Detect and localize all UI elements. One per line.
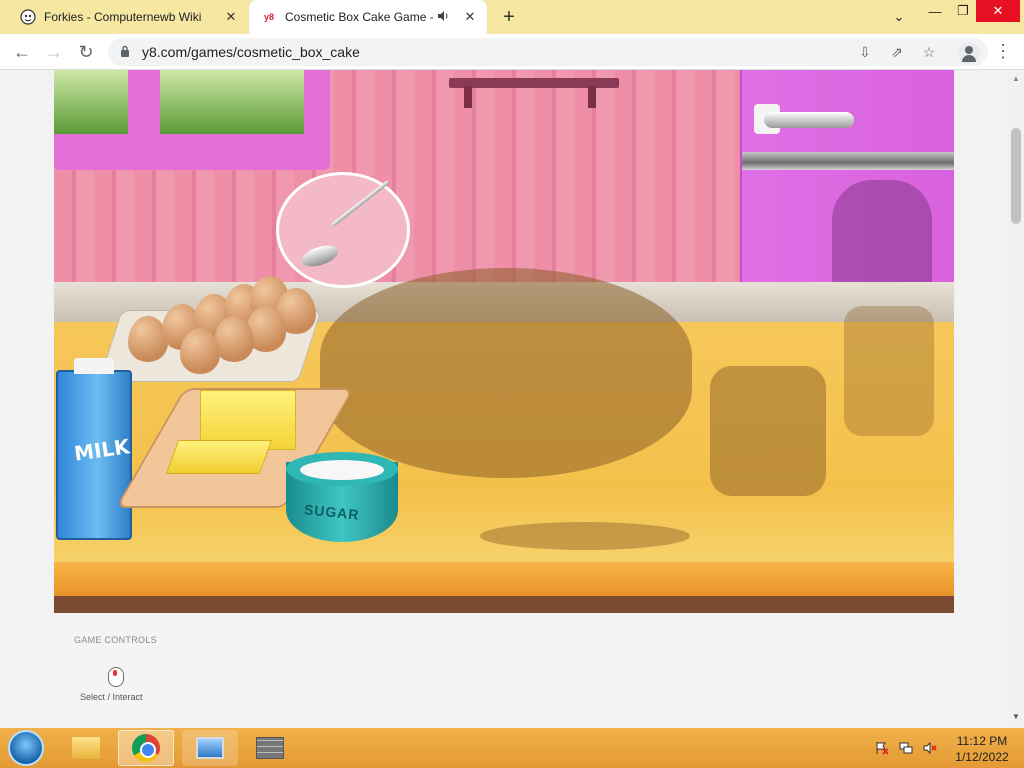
network-icon[interactable]	[898, 740, 914, 756]
lock-icon[interactable]	[120, 45, 130, 57]
brick-wall-icon	[256, 737, 284, 759]
tab-title: Forkies - Computernewb Wiki	[44, 10, 202, 24]
fridge-door-seam	[742, 152, 954, 170]
y8-favicon-icon: y8	[263, 12, 274, 22]
shelf-bracket	[588, 86, 596, 108]
counter-edge	[54, 562, 954, 596]
egg[interactable]	[214, 316, 254, 362]
taskbar-firewall[interactable]	[242, 730, 298, 766]
scroll-up-arrow-icon[interactable]: ▲	[1012, 74, 1020, 83]
tab-search-chevron-icon[interactable]: ⌄	[882, 6, 916, 28]
control-panel-icon	[196, 737, 224, 759]
address-bar[interactable]: y8.com/games/cosmetic_box_cake ⇩ ⇗ ☆	[108, 38, 988, 66]
url-text[interactable]: y8.com/games/cosmetic_box_cake	[142, 44, 360, 60]
tab-strip: Forkies - Computernewb Wiki ✕ y8 Cosmeti…	[0, 0, 1024, 34]
folder-icon	[72, 737, 100, 759]
clock-time[interactable]: 11:12 PM	[956, 734, 1008, 748]
close-window-button[interactable]: ✕	[976, 0, 1020, 22]
chrome-icon	[132, 734, 160, 762]
start-button[interactable]	[8, 730, 44, 766]
kitchen-window	[54, 70, 330, 170]
butter-slice[interactable]	[165, 440, 273, 474]
tab-cosmetic-box-cake[interactable]: y8 Cosmetic Box Cake Game - P ✕	[249, 0, 487, 34]
milk-label: MILK	[72, 434, 131, 466]
bookmark-star-icon[interactable]: ☆	[920, 43, 938, 61]
tab-title: Cosmetic Box Cake Game - P	[285, 10, 433, 24]
spoon-icon	[299, 241, 341, 271]
profile-avatar-icon[interactable]	[958, 42, 980, 64]
milk-cap	[74, 358, 114, 374]
taskbar-chrome[interactable]	[118, 730, 174, 766]
jar-shadow-target[interactable]	[710, 366, 826, 496]
wiki-favicon-icon	[20, 9, 36, 25]
share-icon[interactable]: ⇗	[888, 43, 906, 61]
bowl-shadow-target[interactable]	[320, 268, 692, 478]
browser-menu-icon[interactable]: ⋮	[994, 42, 1012, 62]
action-center-flag-icon[interactable]	[874, 740, 890, 756]
taskbar-control-panel[interactable]	[182, 730, 238, 766]
window-pane	[160, 70, 304, 134]
taskbar-explorer[interactable]	[58, 730, 114, 766]
tab-forkies[interactable]: Forkies - Computernewb Wiki ✕	[8, 0, 248, 34]
close-tab-icon[interactable]: ✕	[459, 6, 481, 28]
game-canvas[interactable]: MILK SUGAR	[54, 70, 954, 613]
milk-carton[interactable]: MILK	[56, 358, 132, 540]
back-button[interactable]: ←	[10, 40, 34, 64]
fridge-handle	[764, 112, 854, 128]
mouse-icon	[108, 667, 124, 687]
clock-date[interactable]: 1/12/2022	[952, 750, 1012, 764]
control-label: Select / Interact	[80, 692, 143, 702]
reload-button[interactable]: ↻	[74, 40, 98, 64]
close-tab-icon[interactable]: ✕	[220, 6, 242, 28]
install-app-icon[interactable]: ⇩	[856, 43, 874, 61]
shelf-bracket	[464, 86, 472, 108]
browser-toolbar: ← → ↻ y8.com/games/cosmetic_box_cake ⇩ ⇗…	[0, 34, 1024, 70]
audio-playing-icon[interactable]	[437, 10, 453, 25]
scrollbar-thumb[interactable]	[1011, 128, 1021, 224]
game-controls-title: GAME CONTROLS	[74, 635, 157, 645]
maximize-button[interactable]: ❐	[946, 0, 980, 22]
spoon-shadow-target[interactable]	[480, 522, 690, 550]
spoon-handle	[331, 180, 390, 227]
page-content: MILK SUGAR GAME CONTROLS Select / Intera…	[0, 70, 1008, 728]
forward-button[interactable]: →	[42, 40, 66, 64]
scroll-down-arrow-icon[interactable]: ▼	[1012, 712, 1020, 721]
taskbar: 11:12 PM 1/12/2022	[0, 728, 1024, 768]
egg[interactable]	[180, 328, 220, 374]
counter-base	[54, 596, 954, 613]
bottle-shadow-target[interactable]	[844, 306, 934, 436]
game-controls-panel: GAME CONTROLS Select / Interact	[54, 613, 954, 728]
page-scrollbar[interactable]: ▲ ▼	[1008, 70, 1024, 728]
window-pane	[54, 70, 128, 134]
sugar-contents	[300, 460, 384, 480]
spoon-hint-bubble[interactable]	[276, 172, 410, 288]
volume-muted-icon[interactable]	[922, 740, 938, 756]
new-tab-button[interactable]: +	[498, 6, 520, 28]
